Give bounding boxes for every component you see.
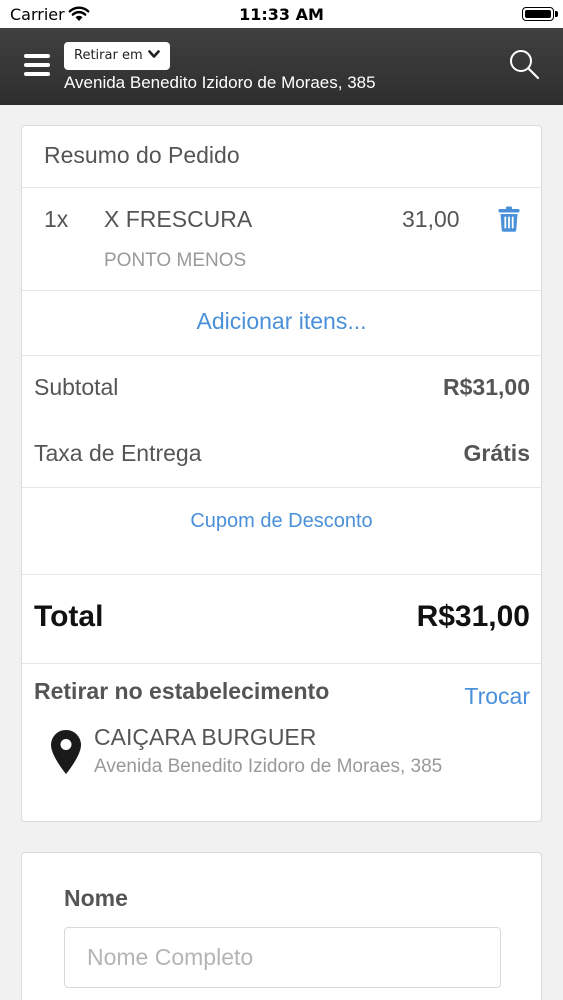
- search-icon[interactable]: [508, 48, 540, 80]
- divider: [22, 187, 541, 188]
- delivery-fee-value: Grátis: [463, 440, 530, 466]
- coupon-link[interactable]: Cupom de Desconto: [22, 510, 541, 533]
- add-items-link[interactable]: Adicionar itens...: [22, 308, 541, 335]
- item-name: X FRESCURA: [104, 206, 253, 232]
- location-pin-icon: [50, 729, 82, 775]
- battery-cap: [555, 11, 558, 17]
- app-header: Retirar em Avenida Benedito Izidoro de M…: [0, 28, 563, 105]
- item-price: 31,00: [402, 206, 460, 232]
- clock: 11:33 AM: [239, 5, 324, 24]
- trash-icon[interactable]: [498, 206, 520, 232]
- header-address: Avenida Benedito Izidoro de Moraes, 385: [64, 73, 376, 92]
- pickup-mode-dropdown[interactable]: Retirar em: [64, 42, 170, 70]
- store-name: CAIÇARA BURGUER: [94, 724, 317, 750]
- pickup-mode-label: Retirar em: [74, 48, 143, 63]
- divider: [22, 355, 541, 356]
- divider: [22, 290, 541, 291]
- total-label: Total: [34, 600, 104, 633]
- divider: [22, 487, 541, 488]
- change-store-link[interactable]: Trocar: [464, 683, 530, 710]
- name-input[interactable]: [64, 927, 501, 988]
- subtotal-value: R$31,00: [443, 374, 530, 400]
- divider: [22, 663, 541, 664]
- customer-form-card: Nome: [21, 852, 542, 1000]
- status-bar: Carrier 11:33 AM: [0, 0, 563, 28]
- subtotal-label: Subtotal: [34, 374, 119, 400]
- total-value: R$31,00: [416, 600, 530, 633]
- name-label: Nome: [64, 885, 128, 911]
- divider: [22, 574, 541, 575]
- store-address: Avenida Benedito Izidoro de Moraes, 385: [94, 756, 443, 777]
- item-option: PONTO MENOS: [104, 250, 247, 271]
- battery-icon: [522, 7, 554, 21]
- item-quantity: 1x: [44, 206, 69, 232]
- pickup-title: Retirar no estabelecimento: [34, 678, 330, 704]
- chevron-down-icon: [147, 42, 160, 70]
- delivery-fee-label: Taxa de Entrega: [34, 440, 202, 466]
- summary-title: Resumo do Pedido: [44, 142, 240, 168]
- order-summary-card: Resumo do Pedido 1x X FRESCURA 31,00 PON…: [21, 125, 542, 822]
- menu-icon[interactable]: [24, 54, 50, 76]
